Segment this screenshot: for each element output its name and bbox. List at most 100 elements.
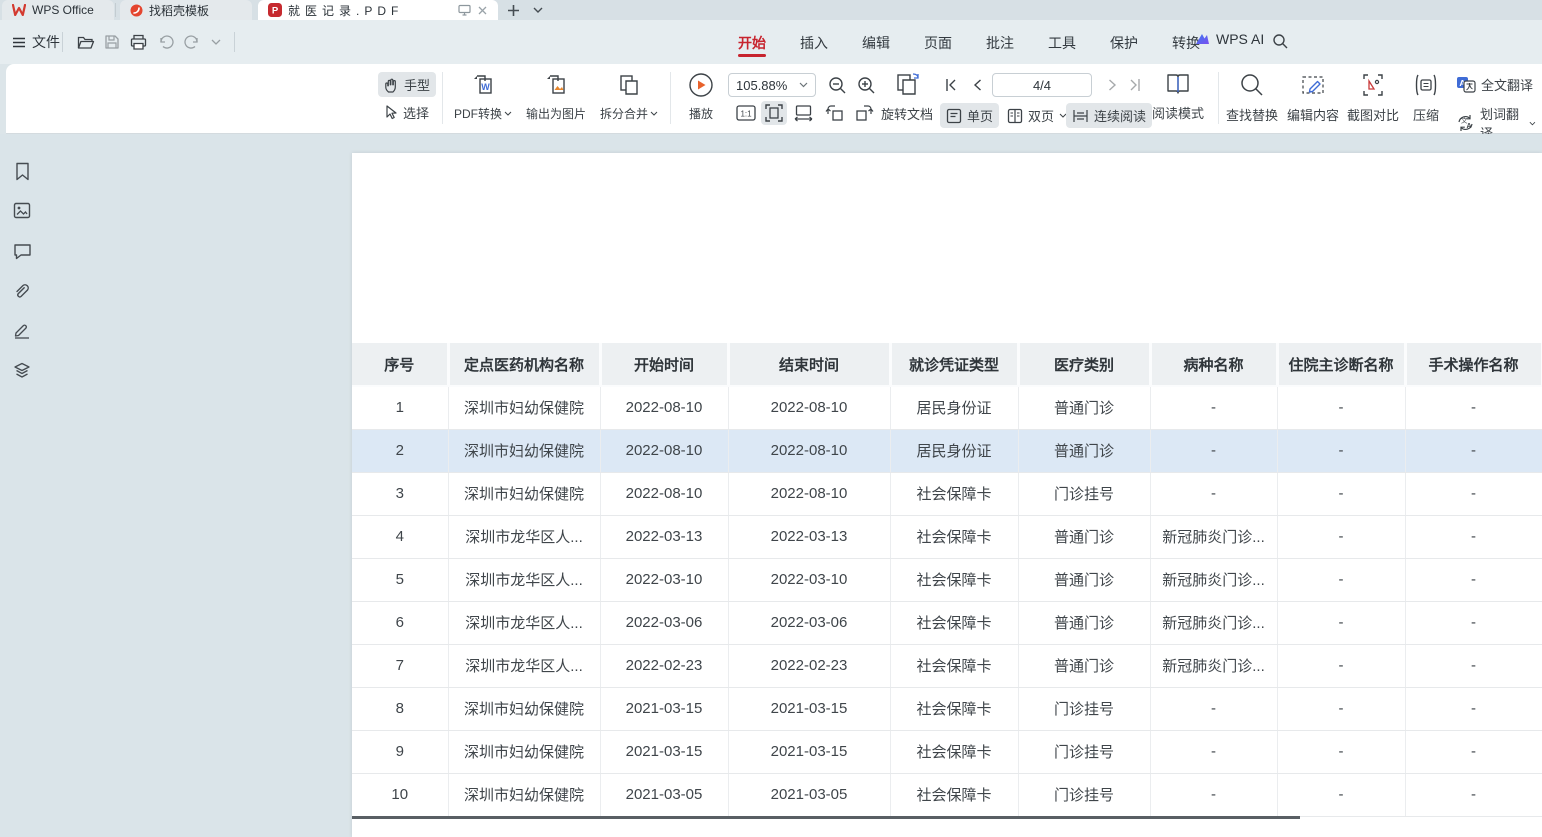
select-tool-button[interactable]: 选择 (378, 100, 436, 125)
file-menu-label: 文件 (32, 32, 60, 52)
table-cell: - (1150, 730, 1277, 773)
docer-icon (130, 4, 143, 17)
table-cell: 深圳市妇幼保健院 (448, 472, 600, 515)
edit-content-icon (1300, 72, 1326, 98)
table-cell: 普通门诊 (1018, 601, 1150, 644)
bookmark-icon[interactable] (11, 160, 33, 182)
actual-size-button[interactable]: 1:1 (733, 101, 759, 125)
file-menu-button[interactable]: 文件 (8, 30, 64, 54)
new-tab-button[interactable] (503, 1, 523, 19)
left-sidebar (0, 134, 44, 837)
chevron-down-icon[interactable] (204, 31, 228, 53)
comment-icon[interactable] (11, 240, 33, 262)
table-row: 6深圳市龙华区人...2022-03-062022-03-06社会保障卡普通门诊… (352, 601, 1542, 644)
attachment-icon[interactable] (11, 280, 33, 302)
rotate-right-button[interactable] (851, 101, 877, 125)
menu-item[interactable]: 批注 (984, 23, 1016, 61)
separator (1218, 72, 1219, 124)
open-folder-icon[interactable] (74, 31, 98, 53)
table-cell: 4 (352, 515, 448, 558)
table-cell: 社会保障卡 (890, 472, 1018, 515)
table-cell: 2021-03-05 (728, 773, 890, 816)
menu-item[interactable]: 工具 (1046, 23, 1078, 61)
prev-page-button[interactable] (964, 73, 990, 97)
document-area: 序号定点医药机构名称开始时间结束时间就诊凭证类型医疗类别病种名称住院主诊断名称手… (0, 134, 1542, 837)
pdf-convert-button[interactable]: W PDF转换 (447, 72, 519, 122)
hand-icon (384, 77, 399, 93)
first-page-button[interactable] (938, 73, 964, 97)
play-icon (688, 72, 714, 98)
table-cell: 门诊挂号 (1018, 687, 1150, 730)
search-icon[interactable] (1268, 30, 1292, 52)
tab-docer[interactable]: 找稻壳模板 (120, 0, 252, 20)
table-cell: 2021-03-15 (600, 687, 728, 730)
print-icon[interactable] (126, 31, 150, 53)
rotate-left-button[interactable] (822, 101, 848, 125)
menu-item[interactable]: 页面 (922, 23, 954, 61)
zoom-level-dropdown[interactable]: 105.88% (728, 73, 816, 97)
compress-button[interactable]: 压缩 (1405, 72, 1447, 124)
single-page-button[interactable]: 单页 (940, 103, 999, 128)
table-cell: 普通门诊 (1018, 429, 1150, 472)
table-cell: 社会保障卡 (890, 687, 1018, 730)
page-indicator-input[interactable]: 4/4 (992, 73, 1092, 97)
read-mode-label: 阅读模式 (1152, 103, 1204, 122)
screenshot-compare-icon (1360, 72, 1386, 98)
pdf-file-icon: P (268, 3, 282, 17)
table-cell: 2022-08-10 (600, 429, 728, 472)
separator (234, 32, 235, 52)
double-page-button[interactable]: 双页 (1001, 103, 1073, 128)
tab-list-button[interactable] (528, 1, 548, 19)
edit-content-label: 编辑内容 (1287, 105, 1339, 124)
table-cell: 2022-03-06 (728, 601, 890, 644)
table-cell: - (1277, 773, 1405, 816)
monitor-icon[interactable] (458, 4, 471, 16)
menu-item[interactable]: 插入 (798, 23, 830, 61)
table-header-cell: 结束时间 (728, 343, 890, 386)
table-cell: - (1277, 472, 1405, 515)
signature-icon[interactable] (11, 319, 33, 341)
table-cell: - (1150, 429, 1277, 472)
thumbnail-icon[interactable] (11, 199, 33, 221)
save-icon[interactable] (100, 31, 124, 53)
fit-page-button[interactable] (761, 101, 787, 125)
play-button[interactable]: 播放 (678, 72, 724, 122)
table-cell: 深圳市龙华区人... (448, 601, 600, 644)
wps-ai-menu[interactable]: WPS AI (1194, 31, 1264, 47)
full-translate-icon: A (1456, 76, 1476, 93)
zoom-in-button[interactable] (853, 73, 879, 97)
select-tool-label: 选择 (403, 103, 429, 122)
split-merge-button[interactable]: 拆分合并 (594, 72, 664, 122)
tab-document-active[interactable]: P 就医记录.PDF (258, 0, 498, 20)
edit-content-button[interactable]: 编辑内容 (1285, 72, 1341, 124)
table-header-row: 序号定点医药机构名称开始时间结束时间就诊凭证类型医疗类别病种名称住院主诊断名称手… (352, 343, 1542, 386)
table-cell: 1 (352, 386, 448, 429)
find-replace-button[interactable]: 查找替换 (1224, 72, 1280, 124)
menu-item[interactable]: 编辑 (860, 23, 892, 61)
svg-text:A: A (1467, 123, 1472, 130)
menu-item[interactable]: 开始 (736, 23, 768, 61)
last-page-button[interactable] (1122, 73, 1148, 97)
tab-wps-office[interactable]: WPS Office (2, 0, 114, 20)
table-cell: - (1405, 386, 1542, 429)
hand-tool-button[interactable]: 手型 (378, 72, 436, 97)
read-mode-button[interactable]: 阅读模式 (1148, 72, 1208, 122)
table-cell: - (1277, 515, 1405, 558)
export-image-button[interactable]: 输出为图片 (522, 72, 590, 122)
menu-item[interactable]: 保护 (1108, 23, 1140, 61)
table-cell: 2021-03-05 (600, 773, 728, 816)
rotate-doc-label[interactable]: 旋转文档 (881, 104, 933, 123)
rotate-pages-icon[interactable] (892, 71, 924, 99)
layers-icon[interactable] (11, 359, 33, 381)
table-cell: 普通门诊 (1018, 515, 1150, 558)
fit-width-button[interactable] (790, 101, 816, 125)
zoom-out-button[interactable] (824, 73, 850, 97)
undo-icon[interactable] (154, 31, 178, 53)
page-indicator-value: 4/4 (1033, 78, 1051, 93)
continuous-read-button[interactable]: 连续阅读 (1066, 103, 1152, 128)
screenshot-compare-button[interactable]: 截图对比 (1345, 72, 1401, 124)
table-bottom-rule (352, 816, 1300, 819)
redo-icon[interactable] (180, 31, 204, 53)
full-translate-button[interactable]: A 全文翻译 (1450, 72, 1539, 97)
close-icon[interactable] (477, 5, 488, 16)
